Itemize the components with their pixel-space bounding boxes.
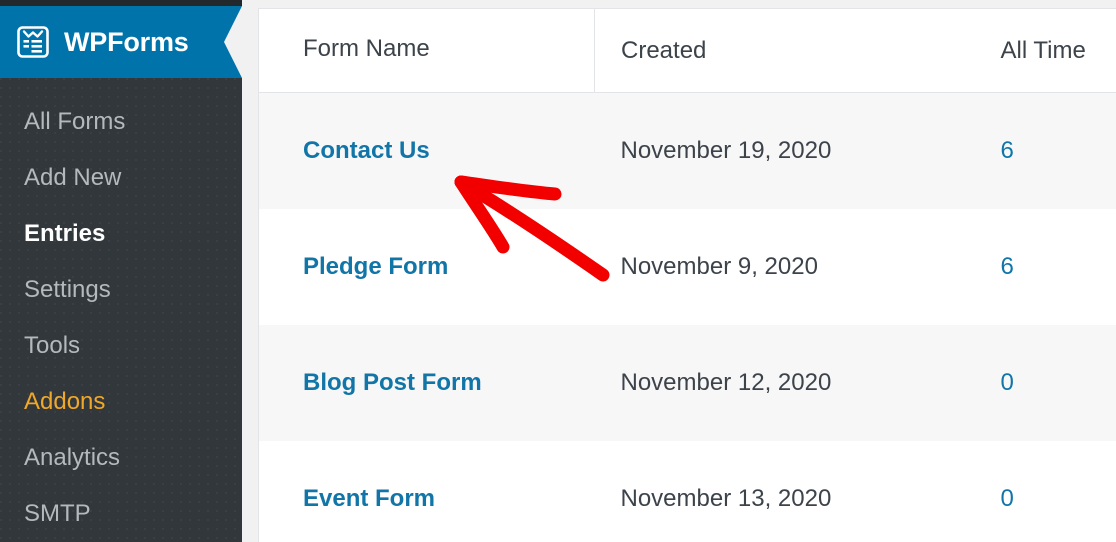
cell-all-time: 0 bbox=[914, 440, 1116, 542]
form-link-pledge-form[interactable]: Pledge Form bbox=[303, 253, 448, 280]
cell-created: November 13, 2020 bbox=[594, 440, 915, 542]
entries-count-link[interactable]: 6 bbox=[1001, 253, 1014, 280]
sidebar-item-settings[interactable]: Settings bbox=[0, 262, 242, 318]
entries-count-link[interactable]: 6 bbox=[1001, 137, 1014, 164]
sidebar-item-entries[interactable]: Entries bbox=[0, 206, 242, 262]
sidebar-item-all-forms[interactable]: All Forms bbox=[0, 94, 242, 150]
cell-created: November 19, 2020 bbox=[594, 92, 915, 209]
sidebar-item-analytics[interactable]: Analytics bbox=[0, 430, 242, 486]
sidebar-item-smtp[interactable]: SMTP bbox=[0, 486, 242, 542]
entries-count-link[interactable]: 0 bbox=[1001, 485, 1014, 512]
sidebar-item-tools[interactable]: Tools bbox=[0, 318, 242, 374]
form-link-blog-post-form[interactable]: Blog Post Form bbox=[303, 369, 482, 396]
cell-form-name: Pledge Form bbox=[258, 208, 595, 325]
forms-table-head: Form Name Created All Time bbox=[258, 8, 1116, 93]
cell-form-name: Event Form bbox=[258, 440, 595, 542]
cell-all-time: 6 bbox=[914, 208, 1116, 325]
forms-table: Form Name Created All Time Contact Us No… bbox=[258, 8, 1116, 542]
sidebar-nav: All Forms Add New Entries Settings Tools… bbox=[0, 78, 242, 542]
forms-table-body: Contact Us November 19, 2020 6 Pledge Fo… bbox=[258, 92, 1116, 542]
entries-count-link[interactable]: 0 bbox=[1001, 369, 1014, 396]
cell-all-time: 0 bbox=[914, 324, 1116, 441]
column-header-created[interactable]: Created bbox=[594, 8, 915, 93]
forms-overview-panel: Form Name Created All Time Contact Us No… bbox=[258, 8, 1116, 542]
table-row[interactable]: Blog Post Form November 12, 2020 0 bbox=[258, 324, 1116, 441]
sidebar-item-addons[interactable]: Addons bbox=[0, 374, 242, 430]
column-header-form-name[interactable]: Form Name bbox=[258, 8, 595, 93]
app-root: WPForms All Forms Add New Entries Settin… bbox=[0, 0, 1116, 542]
table-row[interactable]: Pledge Form November 9, 2020 6 bbox=[258, 208, 1116, 325]
table-row[interactable]: Contact Us November 19, 2020 6 bbox=[258, 92, 1116, 209]
cell-created: November 12, 2020 bbox=[594, 324, 915, 441]
sidebar-brand-title: WPForms bbox=[64, 26, 189, 57]
cell-form-name: Contact Us bbox=[258, 92, 595, 209]
table-header-row: Form Name Created All Time bbox=[258, 8, 1116, 93]
table-row[interactable]: Event Form November 13, 2020 0 bbox=[258, 440, 1116, 542]
form-link-event-form[interactable]: Event Form bbox=[303, 485, 435, 512]
cell-all-time: 6 bbox=[914, 92, 1116, 209]
wpforms-logo-icon bbox=[16, 25, 50, 59]
sidebar-brand[interactable]: WPForms bbox=[0, 6, 242, 78]
column-header-all-time[interactable]: All Time bbox=[914, 8, 1116, 93]
cell-form-name: Blog Post Form bbox=[258, 324, 595, 441]
form-link-contact-us[interactable]: Contact Us bbox=[303, 137, 430, 164]
cell-created: November 9, 2020 bbox=[594, 208, 915, 325]
sidebar-item-add-new[interactable]: Add New bbox=[0, 150, 242, 206]
sidebar-chevron-notch bbox=[224, 6, 242, 78]
wpforms-sidebar: WPForms All Forms Add New Entries Settin… bbox=[0, 6, 242, 542]
